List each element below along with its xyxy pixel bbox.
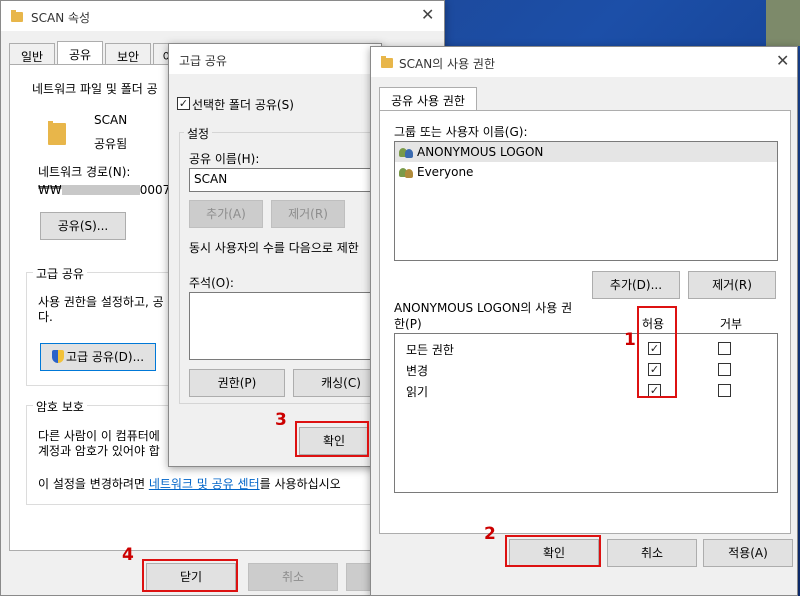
text-post: 를 사용하십시오	[259, 477, 341, 491]
window-title: SCAN 속성	[31, 11, 91, 25]
user-item-anonymous[interactable]: ANONYMOUS LOGON	[395, 142, 777, 162]
cancel-button[interactable]: 취소	[248, 563, 338, 591]
permissions-panel: 그룹 또는 사용자 이름(G): ANONYMOUS LOGON Everyon…	[379, 110, 791, 534]
share-folder-checkbox[interactable]: ✓	[177, 97, 190, 110]
path-redaction	[61, 185, 140, 195]
desktop-tile	[766, 0, 800, 46]
add-share-button[interactable]: 추가(A)	[189, 200, 263, 228]
group-title: 네트워크 파일 및 폴더 공	[29, 80, 161, 97]
advanced-desc-1: 사용 권한을 설정하고, 공	[38, 295, 164, 309]
permission-name: 변경	[406, 364, 429, 378]
network-path-label: 네트워크 경로(N):	[38, 165, 131, 179]
permissions-apply-button[interactable]: 적용(A)	[703, 539, 793, 567]
share-state: 공유됨	[94, 137, 128, 151]
add-user-button[interactable]: 추가(D)...	[592, 271, 680, 299]
advanced-share-button[interactable]: 고급 공유(D)...	[40, 343, 156, 371]
permission-name: 모든 권한	[406, 343, 454, 357]
annotation-number-1: 1	[624, 330, 636, 350]
password-desc-3: 이 설정을 변경하려면 네트워크 및 공유 센터를 사용하십시오	[38, 475, 341, 492]
path-prefix: ₩₩	[38, 183, 62, 197]
permissions-titlebar: SCAN의 사용 권한 ✕	[371, 47, 797, 77]
window-title: SCAN의 사용 권한	[399, 57, 496, 71]
network-center-link[interactable]: 네트워크 및 공유 센터	[149, 477, 260, 491]
tab-label: 공유 사용 권한	[391, 94, 465, 108]
share-name-label: 공유 이름(H):	[189, 152, 260, 166]
deny-read-checkbox[interactable]	[718, 384, 731, 397]
folder-name: SCAN	[94, 113, 128, 127]
tab-share-permissions[interactable]: 공유 사용 권한	[379, 87, 477, 111]
permission-name: 읽기	[406, 385, 429, 399]
tab-general[interactable]: 일반	[9, 43, 55, 65]
text-pre: 이 설정을 변경하려면	[38, 477, 149, 491]
share-folder-label: 선택한 폴더 공유(S)	[192, 98, 294, 112]
permissions-label-line2: 한(P)	[394, 317, 422, 331]
permissions-label-line1: ANONYMOUS LOGON의 사용 권	[394, 301, 573, 315]
close-icon[interactable]: ✕	[421, 7, 434, 23]
remove-share-button[interactable]: 제거(R)	[271, 200, 345, 228]
highlight-allow-column	[637, 306, 677, 398]
advanced-share-window: 고급 공유 ✓ 선택한 폴더 공유(S) 설정 공유 이름(H): SCAN 추…	[168, 43, 389, 467]
password-desc-2: 계정과 암호가 있어야 합	[38, 444, 160, 458]
group-title: 설정	[184, 125, 213, 142]
permissions-cancel-button[interactable]: 취소	[607, 539, 697, 567]
advanced-share-titlebar: 고급 공유	[169, 44, 381, 74]
annotation-number-3: 3	[275, 410, 287, 430]
users-icon	[399, 166, 415, 178]
tab-label: 보안	[116, 50, 140, 64]
folder-icon	[381, 56, 393, 68]
annotation-number-2: 2	[484, 524, 496, 544]
permissions-window: SCAN의 사용 권한 ✕ 공유 사용 권한 그룹 또는 사용자 이름(G): …	[370, 46, 798, 596]
tab-sharing[interactable]: 공유	[57, 41, 103, 65]
highlight-close-button	[142, 559, 238, 592]
tab-security[interactable]: 보안	[105, 43, 151, 65]
user-name: ANONYMOUS LOGON	[417, 145, 544, 159]
user-name: Everyone	[417, 165, 474, 179]
share-name-field[interactable]: SCAN	[189, 168, 389, 192]
group-title: 암호 보호	[33, 398, 87, 415]
deny-full-control-checkbox[interactable]	[718, 342, 731, 355]
deny-change-checkbox[interactable]	[718, 363, 731, 376]
share-button[interactable]: 공유(S)...	[40, 212, 126, 240]
remove-user-button[interactable]: 제거(R)	[688, 271, 776, 299]
column-deny: 거부	[720, 317, 743, 331]
uac-shield-icon	[51, 350, 64, 363]
comment-label: 주석(O):	[189, 276, 234, 290]
window-title: 고급 공유	[179, 54, 227, 68]
highlight-advanced-ok	[295, 421, 369, 457]
group-title: 고급 공유	[33, 265, 87, 282]
user-item-everyone[interactable]: Everyone	[395, 162, 777, 182]
tab-label: 일반	[20, 50, 44, 64]
advanced-desc-2: 다.	[38, 310, 53, 324]
tab-label: 공유	[68, 48, 92, 62]
scan-properties-titlebar: SCAN 속성 ✕	[1, 1, 444, 31]
close-icon[interactable]: ✕	[776, 53, 789, 69]
users-icon	[399, 146, 415, 158]
users-label: 그룹 또는 사용자 이름(G):	[394, 125, 528, 139]
folder-icon	[11, 10, 23, 22]
users-list: ANONYMOUS LOGON Everyone	[394, 141, 778, 261]
user-limit-label: 동시 사용자의 수를 다음으로 제한	[189, 241, 359, 255]
annotation-number-4: 4	[122, 545, 134, 565]
highlight-permissions-ok	[505, 535, 601, 567]
permissions-button[interactable]: 권한(P)	[189, 369, 285, 397]
comment-field[interactable]	[189, 292, 389, 360]
folder-large-icon	[48, 121, 66, 145]
advanced-share-button-label: 고급 공유(D)...	[65, 350, 145, 364]
